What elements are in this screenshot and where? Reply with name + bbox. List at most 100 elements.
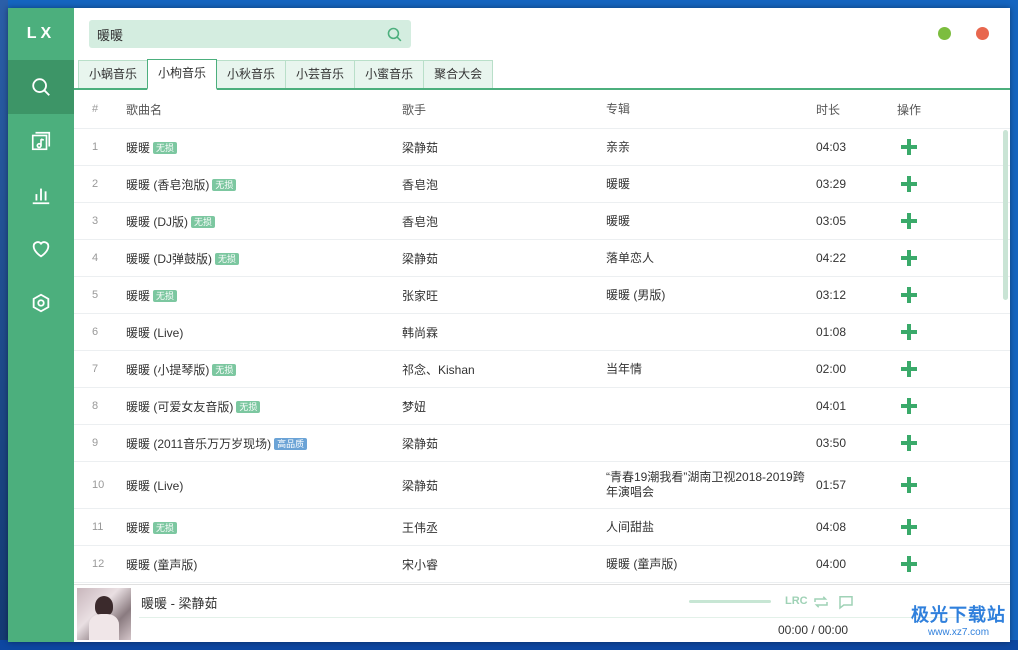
- plus-icon[interactable]: [901, 519, 917, 535]
- table-row[interactable]: 6 暖暖 (Live) 韩尚霖 01:08: [74, 314, 1010, 351]
- tab-source-1[interactable]: 小蜗音乐: [78, 60, 149, 88]
- nav-search[interactable]: [8, 60, 74, 114]
- row-album[interactable]: 暖暖 (童声版): [606, 557, 806, 572]
- watermark-main: 极光下载站: [911, 605, 1006, 625]
- nav-favorites[interactable]: [8, 222, 74, 276]
- tab-source-3[interactable]: 小秋音乐: [216, 60, 287, 88]
- search-icon[interactable]: [386, 26, 403, 43]
- plus-icon[interactable]: [901, 250, 917, 266]
- tab-aggregate[interactable]: 聚合大会: [423, 60, 494, 88]
- row-actions: [884, 556, 934, 572]
- nav-settings[interactable]: [8, 276, 74, 330]
- row-artist[interactable]: 梁静茹: [402, 139, 606, 156]
- row-artist[interactable]: 梁静茹: [402, 250, 606, 267]
- tab-source-4[interactable]: 小芸音乐: [285, 60, 356, 88]
- row-artist[interactable]: 张家旺: [402, 287, 606, 304]
- song-name-text: 暖暖: [126, 520, 151, 535]
- repeat-button[interactable]: [812, 593, 830, 611]
- row-album[interactable]: 暖暖: [606, 177, 806, 192]
- volume-slider[interactable]: [689, 600, 771, 603]
- row-artist[interactable]: 祁念、Kishan: [402, 361, 606, 378]
- row-album[interactable]: 暖暖: [606, 214, 806, 229]
- tab-source-5[interactable]: 小蜜音乐: [354, 60, 425, 88]
- plus-icon[interactable]: [901, 213, 917, 229]
- table-row[interactable]: 2 暖暖 (香皂泡版) 无损 香皂泡 暖暖 03:29: [74, 166, 1010, 203]
- settings-icon: [32, 293, 50, 313]
- search-bar: [89, 20, 411, 48]
- progress-bar[interactable]: [139, 617, 999, 618]
- row-index: 1: [92, 141, 99, 153]
- scrollbar[interactable]: [1003, 130, 1008, 300]
- row-album[interactable]: 亲亲: [606, 140, 806, 155]
- row-album[interactable]: 人间甜盐: [606, 520, 806, 535]
- table-row[interactable]: 5 暖暖 无损 张家旺 暖暖 (男版) 03:12: [74, 277, 1010, 314]
- header-duration: 时长: [816, 102, 841, 117]
- search-input[interactable]: [97, 26, 386, 42]
- row-artist[interactable]: 梦妞: [402, 398, 606, 415]
- song-name-text: 暖暖 (DJ弹鼓版): [126, 251, 212, 266]
- cover-art-figure-body: [89, 614, 119, 640]
- row-song-name: 暖暖 (DJ弹鼓版) 无损: [120, 250, 402, 267]
- row-song-name: 暖暖 (Live): [120, 477, 402, 494]
- row-album[interactable]: 当年情: [606, 362, 806, 377]
- row-album[interactable]: 暖暖 (男版): [606, 288, 806, 303]
- row-album[interactable]: 落单恋人: [606, 251, 806, 266]
- table-row[interactable]: 3 暖暖 (DJ版) 无损 香皂泡 暖暖 03:05: [74, 203, 1010, 240]
- sidebar: LX: [8, 8, 74, 642]
- row-artist[interactable]: 香皂泡: [402, 213, 606, 230]
- table-row[interactable]: 4 暖暖 (DJ弹鼓版) 无损 梁静茹 落单恋人 04:22: [74, 240, 1010, 277]
- row-actions: [884, 139, 934, 155]
- song-name-text: 暖暖: [126, 288, 151, 303]
- comment-button[interactable]: [837, 593, 855, 611]
- nav-song-list[interactable]: [8, 114, 74, 168]
- app-logo: LX: [26, 25, 56, 42]
- row-artist[interactable]: 梁静茹: [402, 477, 606, 494]
- plus-icon[interactable]: [901, 324, 917, 340]
- quality-badge: 高品质: [274, 438, 308, 451]
- lyrics-toggle[interactable]: LRC: [785, 595, 808, 613]
- minimize-button[interactable]: [938, 27, 951, 40]
- row-artist[interactable]: 宋小睿: [402, 556, 606, 573]
- table-row[interactable]: 11 暖暖 无损 王伟丞 人间甜盐 04:08: [74, 509, 1010, 546]
- quality-badge: 无损: [212, 364, 237, 377]
- header-album: 专辑: [606, 101, 631, 116]
- tab-source-2[interactable]: 小枸音乐: [147, 59, 218, 90]
- cover-art-figure: [95, 596, 113, 616]
- table-row[interactable]: 1 暖暖 无损 梁静茹 亲亲 04:03: [74, 129, 1010, 166]
- nav-leaderboard[interactable]: [8, 168, 74, 222]
- plus-icon[interactable]: [901, 176, 917, 192]
- plus-icon[interactable]: [901, 556, 917, 572]
- table-row[interactable]: 9 暖暖 (2011音乐万万岁现场) 高品质 梁静茹 03:50: [74, 425, 1010, 462]
- plus-icon[interactable]: [901, 139, 917, 155]
- plus-icon[interactable]: [901, 361, 917, 377]
- row-index: 7: [92, 363, 99, 375]
- row-artist[interactable]: 王伟丞: [402, 519, 606, 536]
- row-artist[interactable]: 梁静茹: [402, 435, 606, 452]
- song-name-text: 暖暖 (Live): [126, 325, 184, 340]
- row-index: 10: [92, 479, 105, 491]
- table-row[interactable]: 8 暖暖 (可爱女友音版) 无损 梦妞 04:01: [74, 388, 1010, 425]
- row-artist[interactable]: 韩尚霖: [402, 324, 606, 341]
- row-duration: 03:12: [816, 288, 847, 302]
- table-row[interactable]: 10 暖暖 (Live) 梁静茹 “青春19潮我看”湖南卫视2018-2019跨年演唱…: [74, 462, 1010, 509]
- current-time: 00:00: [778, 623, 809, 637]
- row-artist[interactable]: 香皂泡: [402, 176, 606, 193]
- row-index: 2: [92, 178, 99, 190]
- music-list-icon: [31, 131, 51, 151]
- row-album[interactable]: “青春19潮我看”湖南卫视2018-2019跨年演唱会: [606, 470, 806, 500]
- row-song-name: 暖暖 无损: [120, 139, 402, 156]
- row-actions: [884, 213, 934, 229]
- main-content: 小蜗音乐 小枸音乐 小秋音乐 小芸音乐 小蜜音乐 聚合大会 # 歌曲名 歌手 专…: [74, 8, 1010, 642]
- quality-badge: 无损: [153, 522, 178, 535]
- album-cover[interactable]: [77, 588, 131, 640]
- row-index: 5: [92, 289, 99, 301]
- table-row[interactable]: 7 暖暖 (小提琴版) 无损 祁念、Kishan 当年情 02:00: [74, 351, 1010, 388]
- plus-icon[interactable]: [901, 435, 917, 451]
- plus-icon[interactable]: [901, 287, 917, 303]
- plus-icon[interactable]: [901, 398, 917, 414]
- table-row[interactable]: 12 暖暖 (童声版) 宋小睿 暖暖 (童声版) 04:00: [74, 546, 1010, 583]
- row-actions: [884, 250, 934, 266]
- row-song-name: 暖暖 (小提琴版) 无损: [120, 361, 402, 378]
- plus-icon[interactable]: [901, 477, 917, 493]
- close-button[interactable]: [976, 27, 989, 40]
